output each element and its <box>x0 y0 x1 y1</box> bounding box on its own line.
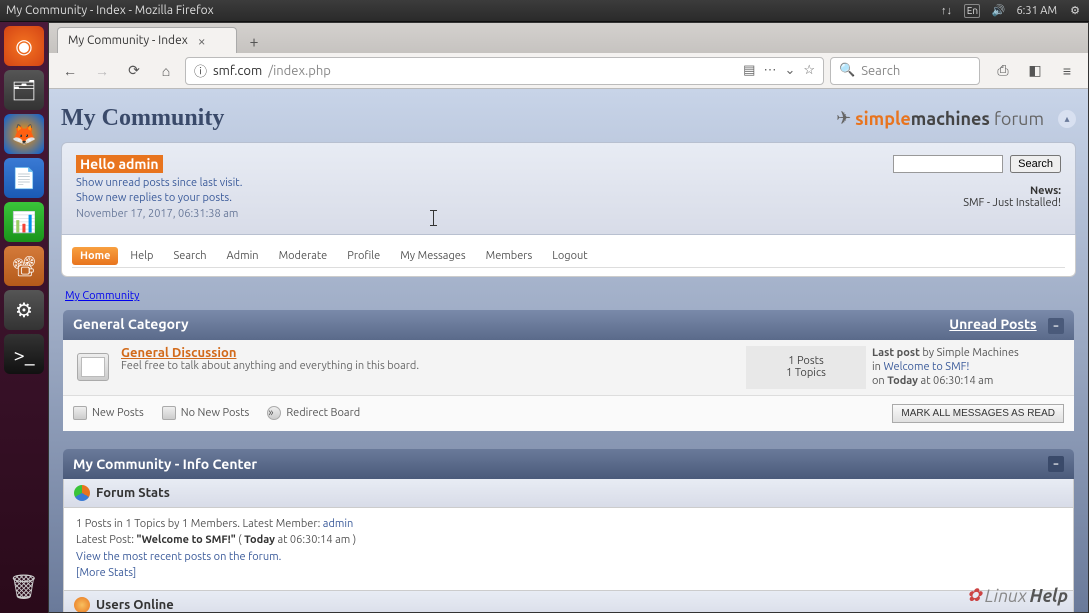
menu-logout[interactable]: Logout <box>544 247 595 265</box>
menu-mymessages[interactable]: My Messages <box>392 247 473 265</box>
category-name[interactable]: General Category <box>73 316 189 334</box>
board-description: Feel free to talk about anything and eve… <box>121 360 740 372</box>
forum-stats-body: 1 Posts in 1 Topics by 1 Members. Latest… <box>63 508 1074 591</box>
unread-posts-link[interactable]: Unread Posts <box>949 316 1036 332</box>
search-icon: 🔍 <box>839 63 855 78</box>
info-center-header: My Community - Info Center − <box>63 449 1074 479</box>
lang-indicator[interactable]: En <box>964 4 980 18</box>
no-new-posts-icon <box>162 406 176 420</box>
unread-posts-link[interactable]: Show unread posts since last visit. <box>76 177 242 189</box>
ubuntu-launcher: ◉ 🗂 🦊 📄 📊 📽 ⚙ >_ 🗑 <box>0 22 48 613</box>
menu-profile[interactable]: Profile <box>339 247 388 265</box>
tab-bar: My Community - Index × + <box>49 23 1088 53</box>
menu-home[interactable]: Home <box>72 247 118 265</box>
new-posts-icon <box>73 406 87 420</box>
browser-tab[interactable]: My Community - Index × <box>57 27 237 53</box>
tab-close-icon[interactable]: × <box>198 33 206 49</box>
forum-search-button[interactable]: Search <box>1010 155 1061 173</box>
users-icon <box>74 597 90 612</box>
more-icon[interactable]: ⋯ <box>763 63 776 78</box>
firefox-icon[interactable]: 🦊 <box>4 114 44 154</box>
system-tray: ↑↓ En 🔊 6:31 AM ⚙ <box>938 4 1083 18</box>
user-panel: Hello admin Show unread posts since last… <box>61 142 1076 235</box>
board-icon[interactable] <box>71 346 115 389</box>
settings-icon[interactable]: ⚙ <box>4 290 44 330</box>
home-button[interactable]: ⌂ <box>153 58 179 84</box>
impress-icon[interactable]: 📽 <box>4 246 44 286</box>
forum-search-input[interactable] <box>893 155 1003 173</box>
browser-toolbar: ← → ⟳ ⌂ ⓘ smf.com/index.php ▤ ⋯ ⌄ ☆ 🔍 Se… <box>49 53 1088 89</box>
forum-title: My Community <box>61 105 224 132</box>
info-icon[interactable]: ⓘ <box>194 61 207 80</box>
search-placeholder: Search <box>861 64 900 78</box>
info-collapse-icon[interactable]: − <box>1048 456 1064 472</box>
clock[interactable]: 6:31 AM <box>1016 4 1057 18</box>
network-icon[interactable]: ↑↓ <box>938 4 954 18</box>
reload-button[interactable]: ⟳ <box>121 58 147 84</box>
sidebar-icon[interactable]: ◧ <box>1022 58 1048 84</box>
text-cursor-icon <box>433 210 434 226</box>
menu-members[interactable]: Members <box>478 247 541 265</box>
board-stats: 1 Posts 1 Topics <box>746 346 866 389</box>
category-collapse-icon[interactable]: − <box>1048 318 1064 334</box>
new-tab-button[interactable]: + <box>241 31 267 53</box>
menu-moderate[interactable]: Moderate <box>271 247 336 265</box>
menu-icon[interactable]: ≡ <box>1054 58 1080 84</box>
legend-row: New Posts No New Posts »Redirect Board M… <box>63 396 1074 431</box>
board-name[interactable]: General Discussion <box>121 346 236 360</box>
linuxhelp-watermark: ✿ LinuxHelp <box>967 585 1068 606</box>
news-block: News: SMF - Just Installed! <box>893 185 1061 209</box>
latest-member-link[interactable]: admin <box>323 518 354 530</box>
reader-icon[interactable]: ▤ <box>743 63 755 78</box>
forum-stats-bar: Forum Stats <box>63 479 1074 508</box>
ubuntu-dash-icon[interactable]: ◉ <box>4 26 44 66</box>
page-content: My Community ✈ simplemachines forum ▴ He… <box>49 89 1088 612</box>
more-stats-link[interactable]: [More Stats] <box>76 567 136 579</box>
collapse-icon[interactable]: ▴ <box>1058 110 1076 128</box>
menu-help[interactable]: Help <box>122 247 161 265</box>
volume-icon[interactable]: 🔊 <box>990 4 1006 18</box>
board-row: General Discussion Feel free to talk abo… <box>63 340 1074 396</box>
linuxhelp-logo-icon: ✿ <box>967 585 982 606</box>
redirect-icon: » <box>267 406 281 420</box>
new-replies-link[interactable]: Show new replies to your posts. <box>76 192 232 204</box>
pocket-icon[interactable]: ⌄ <box>784 63 795 78</box>
ubuntu-menubar: My Community - Index - Mozilla Firefox ↑… <box>0 0 1089 22</box>
bookmark-icon[interactable]: ☆ <box>803 63 815 78</box>
menu-admin[interactable]: Admin <box>219 247 267 265</box>
recent-posts-link[interactable]: View the most recent posts on the forum. <box>76 551 281 563</box>
users-online-bar: Users Online <box>63 591 1074 612</box>
library-icon[interactable]: ⎙ <box>990 58 1016 84</box>
breadcrumb[interactable]: My Community <box>59 287 1078 310</box>
category-header: General Category Unread Posts − <box>63 310 1074 340</box>
window-title: My Community - Index - Mozilla Firefox <box>6 4 938 17</box>
back-button[interactable]: ← <box>57 58 83 84</box>
current-datetime: November 17, 2017, 06:31:38 am <box>76 208 238 220</box>
power-icon[interactable]: ⚙ <box>1067 4 1083 18</box>
mark-all-read-button[interactable]: MARK ALL MESSAGES AS READ <box>892 404 1064 423</box>
board-lastpost: Last post by Simple Machines in Welcome … <box>866 346 1066 389</box>
hello-admin: Hello admin <box>76 155 163 173</box>
url-path: /index.php <box>268 64 331 78</box>
smf-logo[interactable]: ✈ simplemachines forum ▴ <box>836 108 1076 129</box>
menu-search[interactable]: Search <box>165 247 214 265</box>
main-menu: Home Help Search Admin Moderate Profile … <box>61 235 1076 277</box>
forum-header: My Community ✈ simplemachines forum ▴ <box>59 99 1078 142</box>
url-host: smf.com <box>213 64 262 78</box>
terminal-icon[interactable]: >_ <box>4 334 44 374</box>
search-bar[interactable]: 🔍 Search <box>830 57 980 85</box>
tab-title: My Community - Index <box>68 34 188 47</box>
browser-window: My Community - Index × + ← → ⟳ ⌂ ⓘ smf.c… <box>48 22 1089 613</box>
files-icon[interactable]: 🗂 <box>4 70 44 110</box>
stats-icon <box>74 485 90 501</box>
trash-icon[interactable]: 🗑 <box>4 567 44 607</box>
forward-button: → <box>89 58 115 84</box>
writer-icon[interactable]: 📄 <box>4 158 44 198</box>
calc-icon[interactable]: 📊 <box>4 202 44 242</box>
url-bar[interactable]: ⓘ smf.com/index.php ▤ ⋯ ⌄ ☆ <box>185 57 824 85</box>
hammer-icon: ✈ <box>836 108 851 129</box>
